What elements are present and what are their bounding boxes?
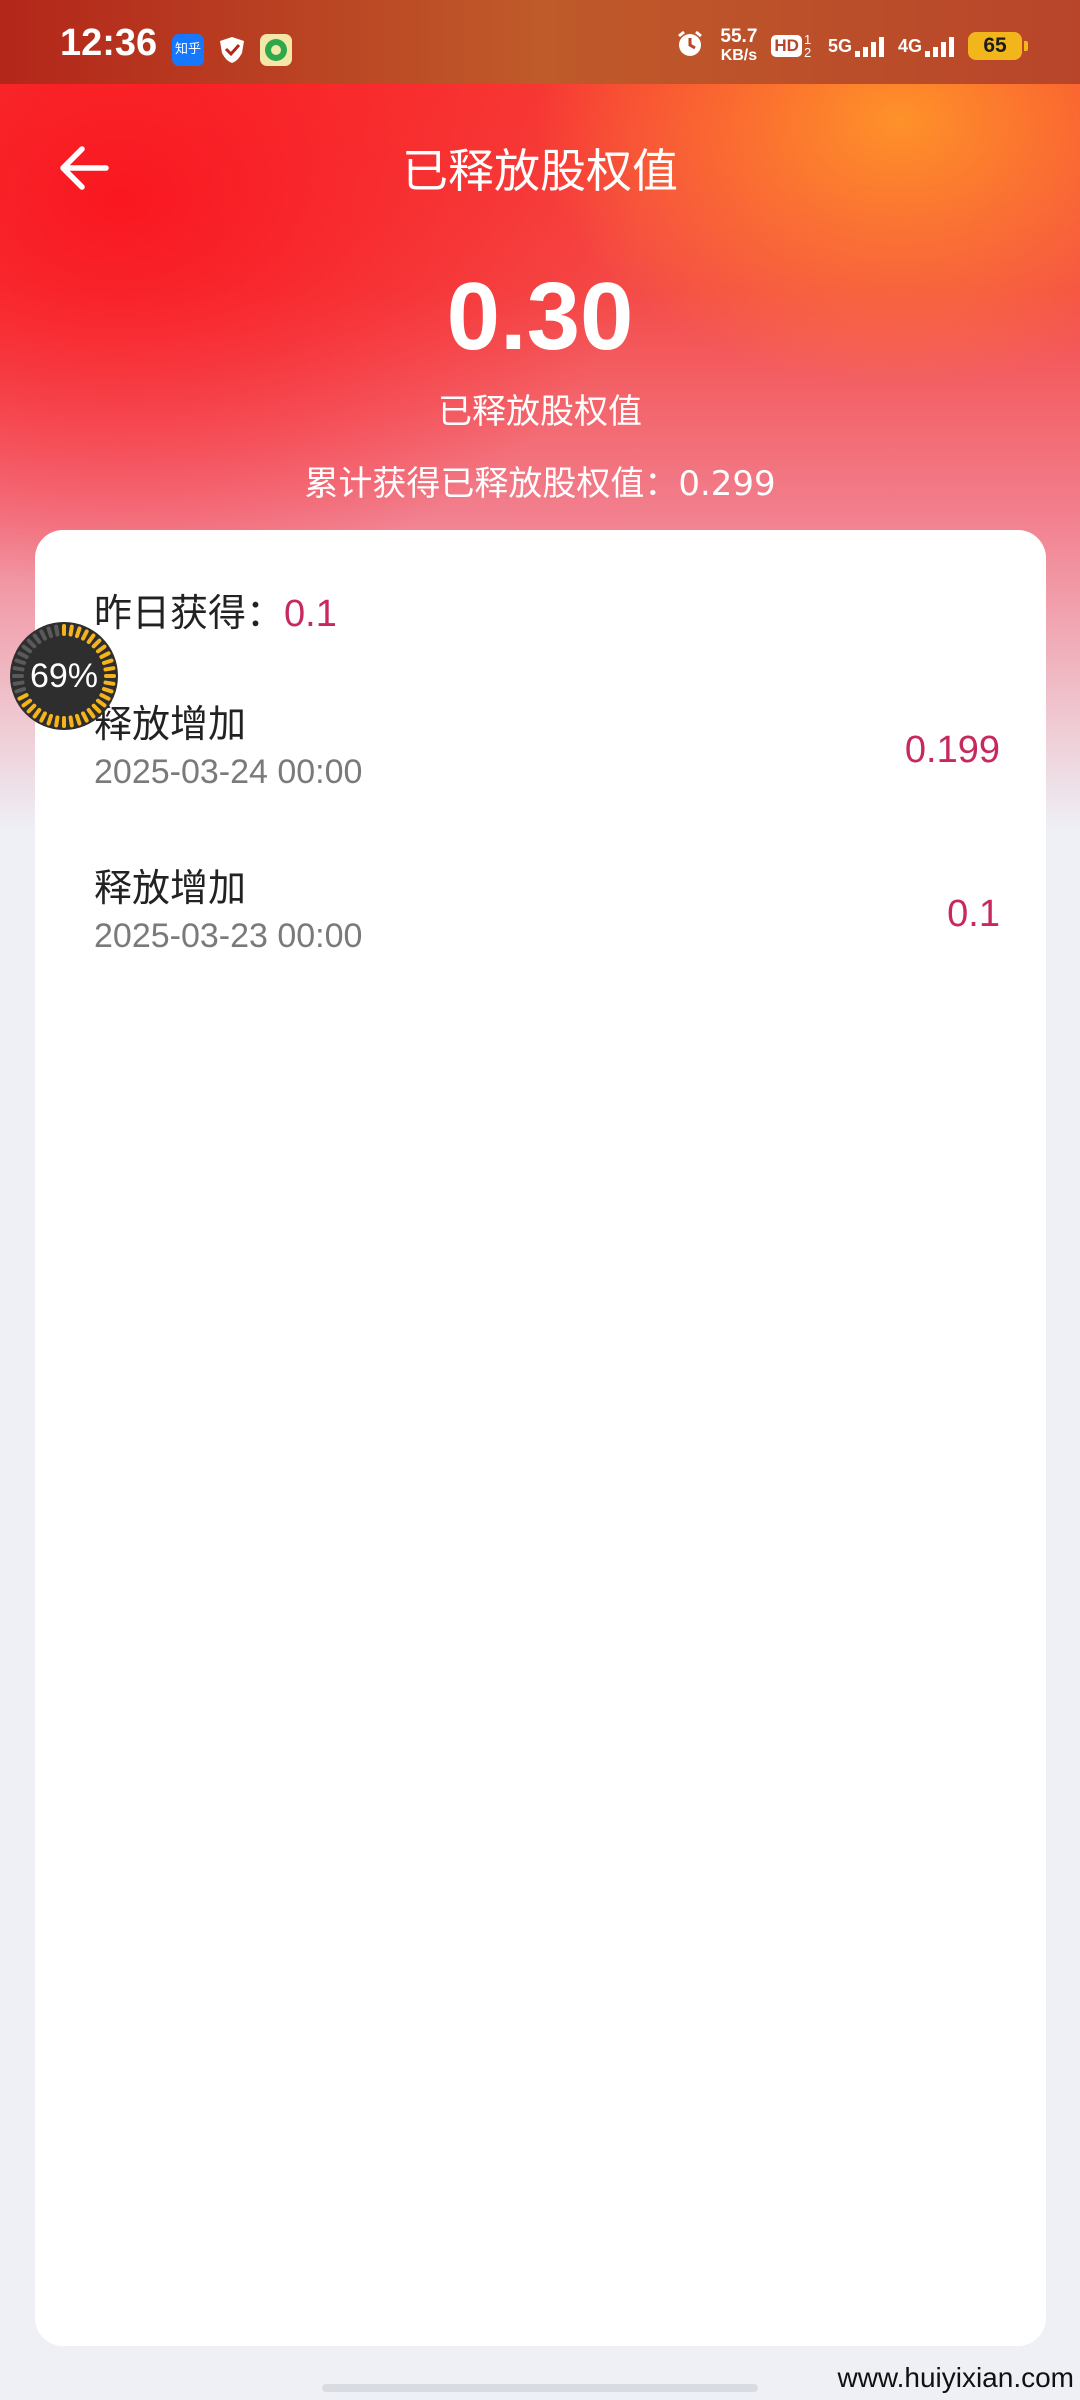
list-item: 释放增加 2025-03-24 00:00 0.199	[94, 693, 1000, 803]
released-equity-label: 已释放股权值	[438, 392, 642, 432]
network-speed-value: 55.7	[720, 26, 758, 47]
network-speed-unit: KB/s	[720, 47, 758, 64]
cumulative-released-text: 累计获得已释放股权值：0.299	[304, 464, 776, 504]
hd-sub: 1 2	[803, 32, 812, 60]
network-speed: 55.7 KB/s	[720, 27, 757, 65]
signal-bars-icon	[854, 35, 884, 57]
net-5g-label: 5G	[827, 36, 852, 56]
status-time: 12:36	[60, 22, 158, 64]
floating-memory-widget[interactable]: 69%	[10, 622, 118, 730]
home-indicator[interactable]	[322, 2384, 758, 2392]
record-amount: 0.199	[904, 729, 1000, 771]
battery-icon: 65	[968, 32, 1028, 60]
floating-percent: 69%	[29, 656, 99, 695]
signal-4g: 4G	[898, 35, 954, 57]
record-title: 释放增加	[94, 866, 247, 910]
page-title: 已释放股权值	[402, 144, 678, 198]
status-bar: 12:36 知乎 55.7 KB/s HD 1 2 5G 4G 65	[0, 0, 1080, 84]
record-date: 2025-03-23 00:00	[94, 917, 363, 955]
alarm-icon	[674, 28, 706, 64]
net-4g-label: 4G	[897, 36, 922, 56]
watermark: www.huiyixian.com	[837, 2362, 1074, 2393]
records-card: 昨日获得：0.1 释放增加 2025-03-24 00:00 0.199 释放增…	[35, 530, 1046, 2346]
released-equity-value: 0.30	[446, 263, 634, 370]
security-shield-icon	[216, 34, 248, 66]
record-date: 2025-03-24 00:00	[94, 753, 363, 791]
signal-bars-icon	[925, 35, 954, 57]
hd-label: HD	[771, 35, 802, 57]
green-app-icon	[260, 34, 292, 66]
hd-voice-icon: HD 1 2	[771, 33, 814, 59]
signal-5g: 5G	[828, 35, 884, 57]
yesterday-label: 昨日获得：	[94, 591, 285, 635]
yesterday-value: 0.1	[284, 593, 337, 635]
yesterday-earned: 昨日获得：0.1	[94, 582, 337, 637]
zhihu-app-icon: 知乎	[172, 34, 204, 66]
record-amount: 0.1	[947, 893, 1000, 935]
list-item: 释放增加 2025-03-23 00:00 0.1	[94, 857, 1000, 967]
